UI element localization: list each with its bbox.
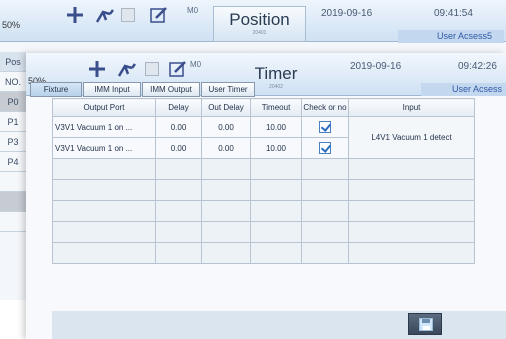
- tab-fixture[interactable]: Fixture: [30, 82, 82, 97]
- page-code: 20401: [252, 30, 267, 36]
- col-header-check: Check or no: [301, 98, 349, 117]
- checkbox-checked-icon[interactable]: [319, 121, 331, 133]
- side-item-p3[interactable]: P3: [0, 132, 26, 152]
- empty-cell[interactable]: [301, 242, 349, 264]
- edit-icon[interactable]: [167, 58, 189, 80]
- col-header-delay: Delay: [155, 98, 202, 117]
- position-header: 50% M0 Position 20401 2019-09-16 09:41:5…: [0, 0, 506, 43]
- delay-cell[interactable]: 0.00: [155, 137, 202, 159]
- mode-label: M0: [187, 6, 199, 15]
- col-header-timeout: Timeout: [250, 98, 302, 117]
- empty-cell[interactable]: [348, 158, 475, 180]
- side-tab-pos[interactable]: Pos: [0, 52, 26, 72]
- input-cell[interactable]: L4V1 Vacuum 1 detect: [348, 116, 475, 159]
- timer-tabs: Fixture IMM Input IMM Output User Timer: [30, 82, 256, 97]
- col-header-input: Input: [348, 98, 475, 117]
- side-item-empty[interactable]: [0, 192, 26, 212]
- col-header-output-port: Output Port: [52, 98, 156, 117]
- empty-cell[interactable]: [348, 242, 475, 264]
- table-row-empty[interactable]: [52, 221, 475, 243]
- empty-cell[interactable]: [201, 221, 251, 243]
- empty-cell[interactable]: [348, 221, 475, 243]
- empty-cell[interactable]: [250, 179, 302, 201]
- empty-cell[interactable]: [155, 242, 202, 264]
- mode-label: M0: [190, 60, 202, 69]
- side-item-p1[interactable]: P1: [0, 112, 26, 132]
- empty-cell[interactable]: [250, 221, 302, 243]
- timeout-cell[interactable]: 10.00: [250, 116, 302, 138]
- table-header-row: Output Port Delay Out Delay Timeout Chec…: [52, 98, 475, 117]
- tab-user-timer[interactable]: User Timer: [201, 82, 255, 97]
- robot-arm-icon[interactable]: [94, 4, 116, 26]
- output-port-cell[interactable]: V3V1 Vacuum 1 on ...: [52, 116, 156, 138]
- empty-cell[interactable]: [348, 200, 475, 222]
- date-display: 2019-09-16: [350, 61, 402, 72]
- empty-cell[interactable]: [155, 158, 202, 180]
- empty-cell[interactable]: [348, 179, 475, 201]
- checkbox-checked-icon[interactable]: [319, 142, 331, 154]
- empty-cell[interactable]: [52, 221, 156, 243]
- empty-cell[interactable]: [250, 242, 302, 264]
- save-disk-icon: [419, 318, 433, 331]
- check-cell[interactable]: [301, 116, 349, 138]
- out-delay-cell[interactable]: 0.00: [201, 137, 251, 159]
- empty-cell[interactable]: [250, 200, 302, 222]
- out-delay-cell[interactable]: 0.00: [201, 116, 251, 138]
- empty-cell[interactable]: [155, 221, 202, 243]
- table-row-empty[interactable]: [52, 158, 475, 180]
- tab-imm-output[interactable]: IMM Output: [142, 82, 200, 97]
- delay-cell[interactable]: 0.00: [155, 116, 202, 138]
- empty-cell[interactable]: [52, 242, 156, 264]
- timeout-cell[interactable]: 10.00: [250, 137, 302, 159]
- output-port-cell[interactable]: V3V1 Vacuum 1 on ...: [52, 137, 156, 159]
- table-row-empty[interactable]: [52, 242, 475, 264]
- empty-cell[interactable]: [52, 200, 156, 222]
- tab-imm-input[interactable]: IMM Input: [83, 82, 141, 97]
- time-display: 09:42:26: [458, 61, 497, 72]
- side-item-empty[interactable]: [0, 212, 26, 232]
- jog-move-icon[interactable]: [86, 58, 108, 80]
- timer-table: Output Port Delay Out Delay Timeout Chec…: [52, 98, 475, 264]
- table-row-empty[interactable]: [52, 200, 475, 222]
- empty-cell[interactable]: [52, 158, 156, 180]
- zoom-label: 50%: [2, 20, 21, 30]
- empty-cell[interactable]: [201, 200, 251, 222]
- empty-cell[interactable]: [155, 200, 202, 222]
- empty-cell[interactable]: [201, 179, 251, 201]
- position-title-box: Position 20401: [213, 6, 306, 42]
- empty-cell[interactable]: [52, 179, 156, 201]
- side-item-empty[interactable]: [0, 172, 26, 192]
- time-display: 09:41:54: [434, 8, 473, 19]
- empty-cell[interactable]: [201, 242, 251, 264]
- jog-move-icon[interactable]: [64, 4, 86, 26]
- position-side-list: Pos NO. P0 P1 P3 P4: [0, 52, 26, 232]
- side-header-no: NO.: [0, 72, 26, 92]
- date-display: 2019-09-16: [321, 8, 373, 19]
- empty-cell[interactable]: [250, 158, 302, 180]
- check-cell[interactable]: [301, 137, 349, 159]
- edit-icon[interactable]: [148, 4, 170, 26]
- empty-cell[interactable]: [301, 158, 349, 180]
- side-item-p4[interactable]: P4: [0, 152, 26, 172]
- empty-cell[interactable]: [301, 200, 349, 222]
- stop-square-icon[interactable]: [121, 8, 135, 22]
- page-title: Timer: [254, 64, 298, 83]
- user-access[interactable]: User Acsess: [421, 83, 506, 96]
- stop-square-icon[interactable]: [145, 62, 159, 76]
- robot-arm-icon[interactable]: [116, 58, 138, 80]
- side-item-p0[interactable]: P0: [0, 92, 26, 112]
- empty-cell[interactable]: [155, 179, 202, 201]
- table-row-empty[interactable]: [52, 179, 475, 201]
- table-row[interactable]: V3V1 Vacuum 1 on ... 0.00 0.00 10.00 L4V…: [52, 116, 475, 159]
- empty-cell[interactable]: [201, 158, 251, 180]
- col-header-out-delay: Out Delay: [201, 98, 251, 117]
- save-button[interactable]: [408, 313, 442, 335]
- empty-cell[interactable]: [301, 179, 349, 201]
- user-access[interactable]: User Acsess5: [398, 30, 504, 43]
- empty-cell[interactable]: [301, 221, 349, 243]
- page-title: Position: [229, 10, 290, 29]
